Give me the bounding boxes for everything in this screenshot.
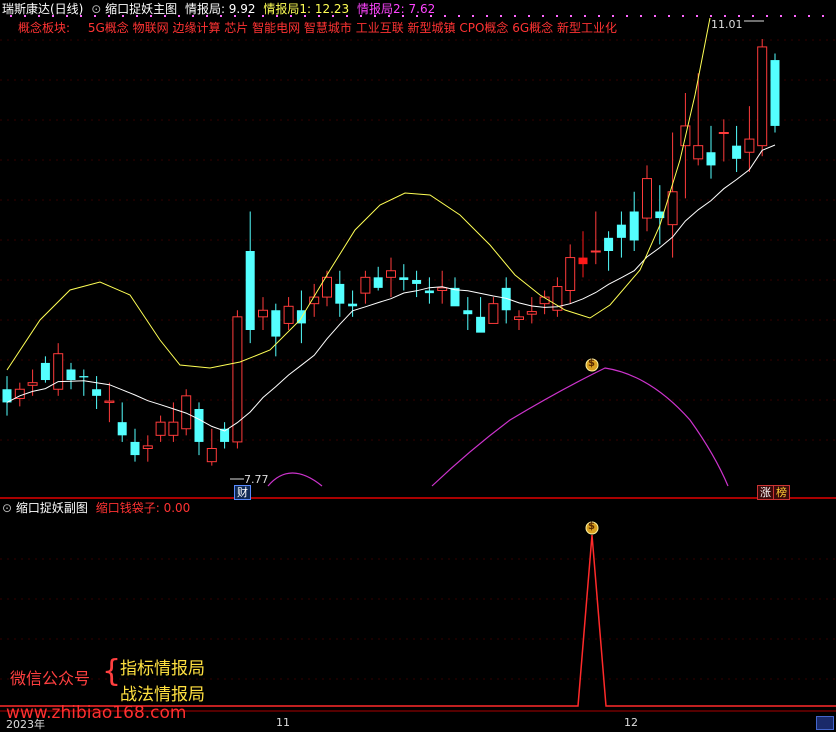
main-panel-title: 缩口捉妖主图 xyxy=(105,2,178,16)
candle[interactable] xyxy=(2,376,12,416)
main-candlestick-chart[interactable] xyxy=(0,0,836,500)
indicator-1-value: 情报局: 9.92 xyxy=(184,2,256,16)
candle[interactable] xyxy=(155,415,166,442)
collapse-icon[interactable]: ⊙ xyxy=(91,2,101,16)
candle[interactable] xyxy=(578,231,588,278)
candle[interactable] xyxy=(66,362,76,390)
candle[interactable] xyxy=(616,211,626,258)
candle[interactable] xyxy=(732,125,742,172)
candle[interactable] xyxy=(360,270,371,304)
concept-label: 概念板块: xyxy=(18,21,71,35)
concept-row: 概念板块: 5G概念 物联网 边缘计算 芯片 智能电网 智慧城市 工业互联 新型… xyxy=(18,21,617,35)
candle[interactable] xyxy=(53,343,64,396)
candle[interactable] xyxy=(642,165,652,232)
indicator-3-value: 情报局2: 7.62 xyxy=(357,2,436,16)
candle[interactable] xyxy=(322,270,332,307)
candle[interactable] xyxy=(309,283,320,317)
sub-panel-title: 缩口捉妖副图 xyxy=(15,501,88,515)
candle[interactable] xyxy=(348,290,358,317)
candle[interactable] xyxy=(693,73,704,166)
candle[interactable] xyxy=(757,39,768,157)
candle[interactable] xyxy=(488,297,499,324)
candle[interactable] xyxy=(283,297,294,330)
candle[interactable] xyxy=(245,211,255,344)
money-bag-symbol: $ xyxy=(588,358,595,369)
candle[interactable] xyxy=(232,310,243,449)
candle[interactable] xyxy=(399,264,409,291)
candle[interactable] xyxy=(424,277,434,304)
candle[interactable] xyxy=(526,297,537,324)
candle[interactable] xyxy=(718,119,729,162)
candle[interactable] xyxy=(514,310,524,330)
candle[interactable] xyxy=(79,369,89,396)
cai-badge[interactable]: 财 xyxy=(234,485,251,500)
lower-band-line-right xyxy=(431,367,729,487)
candle[interactable] xyxy=(104,382,115,423)
candle[interactable] xyxy=(680,93,691,199)
brace-icon: { xyxy=(102,654,122,689)
candle[interactable] xyxy=(130,428,140,462)
candle[interactable] xyxy=(194,402,204,456)
candle[interactable] xyxy=(92,376,102,409)
candle[interactable] xyxy=(604,231,614,271)
candle[interactable] xyxy=(335,270,345,317)
zhang-badge[interactable]: 涨 xyxy=(757,485,774,500)
concept-list: 5G概念 物联网 边缘计算 芯片 智能电网 智慧城市 工业互联 新型城镇 CPO… xyxy=(87,21,617,35)
sub-indicator-value: 缩口钱袋子: 0.00 xyxy=(95,501,191,515)
candle[interactable] xyxy=(206,428,217,466)
candle[interactable] xyxy=(539,290,550,315)
candle[interactable] xyxy=(412,270,422,298)
candle[interactable] xyxy=(220,422,230,449)
axis-month-11: 11 xyxy=(276,716,290,729)
candle[interactable] xyxy=(552,277,563,317)
candle[interactable] xyxy=(258,297,268,330)
candle[interactable] xyxy=(476,297,486,333)
high-price-label: 11.01 xyxy=(711,18,743,31)
axis-month-12: 12 xyxy=(624,716,638,729)
candle[interactable] xyxy=(590,211,601,265)
watermark-line-1: 指标情报局 xyxy=(120,659,205,679)
candle[interactable] xyxy=(463,297,473,330)
scroll-button[interactable] xyxy=(816,716,834,730)
candle[interactable] xyxy=(271,303,281,357)
bang-badge[interactable]: 榜 xyxy=(773,485,790,500)
watermark-line-2: 战法情报局 xyxy=(120,685,205,705)
candle[interactable] xyxy=(450,277,460,307)
stock-name: 瑞斯康达(日线) xyxy=(2,2,84,16)
candle[interactable] xyxy=(770,53,780,133)
candle[interactable] xyxy=(373,266,383,291)
sub-header: ⊙ 缩口捉妖副图 缩口钱袋子: 0.00 xyxy=(2,501,190,515)
main-header: 瑞斯康达(日线) ⊙ 缩口捉妖主图 情报局: 9.92 情报局1: 12.23 … xyxy=(2,2,435,16)
candle[interactable] xyxy=(386,257,396,298)
wechat-label: 微信公众号 xyxy=(10,669,91,688)
candle[interactable] xyxy=(629,191,639,251)
candle[interactable] xyxy=(142,435,153,462)
upper-band-line xyxy=(6,17,711,371)
candle[interactable] xyxy=(744,106,755,172)
candle[interactable] xyxy=(706,125,716,179)
indicator-2-value: 情报局1: 12.23 xyxy=(263,2,350,16)
sub-collapse-icon[interactable]: ⊙ xyxy=(2,501,12,515)
candle[interactable] xyxy=(565,244,576,304)
candle[interactable] xyxy=(117,402,127,442)
sub-money-bag-symbol: $ xyxy=(588,521,595,532)
candle[interactable] xyxy=(501,277,511,324)
lower-band-line-left xyxy=(267,472,323,487)
